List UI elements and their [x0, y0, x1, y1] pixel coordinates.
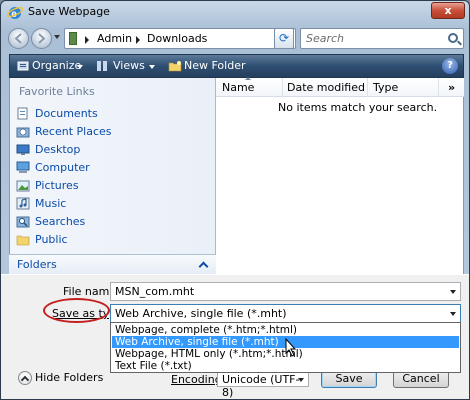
column-divider[interactable]: [367, 78, 368, 97]
sidebar-item-music[interactable]: Music: [14, 195, 214, 213]
sidebar-item-desktop[interactable]: Desktop: [14, 141, 214, 159]
column-divider[interactable]: [438, 78, 439, 97]
search-input[interactable]: Search: [306, 32, 344, 45]
sidebar-item-label: Public: [35, 233, 68, 246]
organize-button[interactable]: Organize: [32, 59, 81, 72]
favorite-links-heading: Favorite Links: [19, 85, 95, 98]
folder-icon: [69, 32, 77, 45]
save-as-type-select[interactable]: Web Archive, single file (*.mht): [110, 304, 461, 323]
column-divider[interactable]: [282, 78, 283, 97]
refresh-icon: ⟳: [278, 31, 290, 45]
breadcrumb-admin[interactable]: Admin: [97, 32, 132, 45]
computer-icon: [16, 161, 30, 173]
chevron-down-icon[interactable]: [298, 378, 304, 382]
pictures-icon: [16, 180, 30, 192]
music-icon: [16, 197, 30, 210]
sidebar-item-label: Computer: [35, 161, 90, 174]
sidebar-item-documents[interactable]: Documents: [14, 105, 214, 123]
back-button[interactable]: [8, 28, 29, 49]
file-list: Name Date modified Type » No items match…: [216, 77, 464, 274]
back-arrow-icon: [14, 33, 22, 44]
sidebar-item-recent-places[interactable]: Recent Places: [14, 123, 214, 141]
title-bar: e Save Webpage x: [1, 1, 469, 23]
desktop-icon: [16, 144, 30, 155]
views-button[interactable]: Views: [113, 59, 145, 72]
chevron-down-icon[interactable]: [450, 290, 456, 294]
sidebar-item-searches[interactable]: Searches: [14, 213, 214, 231]
navigation-bar: Admin Downloads ⟳ Search: [1, 25, 469, 53]
search-icon[interactable]: [448, 33, 458, 43]
help-icon[interactable]: ?: [442, 58, 458, 74]
search-box[interactable]: Search: [300, 28, 464, 49]
mouse-cursor-icon: [285, 338, 297, 357]
sidebar-item-label: Searches: [35, 215, 86, 228]
more-columns-button[interactable]: »: [448, 81, 455, 94]
sidebar-item-label: Pictures: [35, 179, 79, 192]
file-name-field[interactable]: MSN_com.mht: [110, 282, 461, 301]
organize-dropdown-icon[interactable]: [77, 65, 83, 69]
internet-explorer-icon: e: [7, 7, 23, 20]
sidebar-item-public[interactable]: Public: [14, 231, 214, 249]
recent-pages-dropdown[interactable]: [54, 35, 60, 39]
column-header-date-modified[interactable]: Date modified: [287, 81, 365, 94]
breadcrumb-arrow-icon[interactable]: [136, 36, 140, 44]
sidebar-item-label: Desktop: [35, 143, 81, 156]
forward-button[interactable]: [31, 28, 52, 49]
refresh-button[interactable]: ⟳: [274, 28, 294, 49]
breadcrumb-downloads[interactable]: Downloads: [147, 32, 207, 45]
type-option[interactable]: Text File (*.txt): [112, 360, 459, 372]
views-dropdown-icon[interactable]: [149, 65, 155, 69]
navigation-pane: Favorite Links Documents Recent Places D…: [9, 78, 216, 274]
column-header-name[interactable]: Name: [222, 81, 254, 94]
highlight-circle: [43, 298, 110, 323]
chevron-down-icon[interactable]: [450, 312, 456, 316]
folders-toggle[interactable]: Folders: [9, 254, 216, 274]
empty-message: No items match your search.: [278, 101, 438, 114]
sidebar-item-label: Music: [35, 197, 67, 210]
documents-icon: [17, 107, 28, 120]
public-icon: [16, 235, 30, 246]
type-option[interactable]: Webpage, complete (*.htm;*.html): [112, 324, 459, 336]
encoding-value[interactable]: Unicode (UTF-8): [222, 373, 308, 399]
hide-folders-icon[interactable]: [18, 371, 32, 385]
forward-arrow-icon: [38, 33, 46, 44]
sort-ascending-icon: [245, 77, 251, 80]
views-icon: [97, 61, 107, 71]
sidebar-item-computer[interactable]: Computer: [14, 159, 214, 177]
save-webpage-dialog: e Save Webpage x Admin Downloads ⟳ Searc…: [0, 0, 470, 400]
encoding-select[interactable]: Unicode (UTF-8): [217, 371, 309, 399]
save-as-type-value[interactable]: Web Archive, single file (*.mht): [115, 307, 287, 320]
window-title: Save Webpage: [28, 5, 110, 18]
breadcrumb-arrow-icon[interactable]: [85, 36, 89, 44]
searches-icon: [16, 216, 30, 228]
file-name-value[interactable]: MSN_com.mht: [115, 285, 194, 298]
sidebar-item-label: Recent Places: [35, 125, 112, 138]
organize-icon: [17, 61, 29, 71]
command-toolbar: Organize Views New Folder ?: [9, 54, 464, 78]
new-folder-button[interactable]: New Folder: [184, 59, 245, 72]
sidebar-item-pictures[interactable]: Pictures: [14, 177, 214, 195]
sidebar-item-label: Documents: [35, 107, 98, 120]
folders-label: Folders: [17, 258, 57, 271]
column-header-type[interactable]: Type: [373, 81, 398, 94]
recent-places-icon: [16, 127, 30, 138]
column-headers: Name Date modified Type »: [216, 77, 464, 97]
new-folder-icon: [168, 61, 182, 72]
hide-folders-button[interactable]: Hide Folders: [35, 371, 103, 384]
close-button[interactable]: x: [431, 2, 465, 19]
address-bar[interactable]: Admin Downloads: [64, 28, 296, 49]
chevron-up-icon: [198, 261, 209, 272]
